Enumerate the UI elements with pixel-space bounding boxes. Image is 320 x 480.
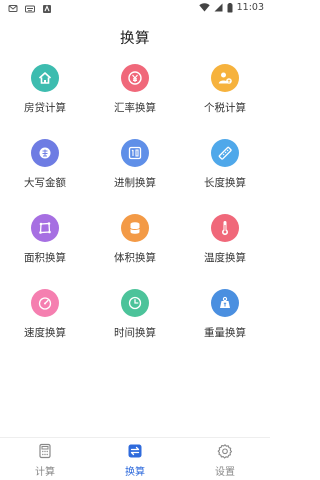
number-base-icon <box>121 139 149 167</box>
grid-item-income-tax[interactable]: 个税计算 <box>180 62 270 122</box>
tab-label: 换算 <box>125 467 145 478</box>
house-icon <box>31 64 59 92</box>
grid-item-label: 大写金额 <box>24 177 66 189</box>
wifi-icon <box>198 3 210 12</box>
grid-item-volume[interactable]: 体积换算 <box>90 212 180 272</box>
calculator-icon <box>39 443 51 459</box>
tab-convert[interactable]: 换算 <box>90 443 180 479</box>
grid-item-label: 房贷计算 <box>24 102 66 114</box>
grid-item-label: 体积换算 <box>114 252 156 264</box>
weight-icon <box>211 289 239 317</box>
grid-item-mortgage[interactable]: 房贷计算 <box>0 62 90 122</box>
swap-icon <box>128 444 142 458</box>
signal-icon <box>214 3 223 12</box>
status-time: 11:03 <box>236 2 264 13</box>
grid-item-number-base[interactable]: 进制换算 <box>90 137 180 197</box>
grid-item-label: 面积换算 <box>24 252 66 264</box>
message-icon <box>8 5 18 12</box>
capital-amount-icon <box>31 139 59 167</box>
grid-item-label: 时间换算 <box>114 327 156 339</box>
grid-item-capital-amount[interactable]: 大写金额 <box>0 137 90 197</box>
ruler-icon <box>211 139 239 167</box>
grid-item-label: 汇率换算 <box>114 102 156 114</box>
clock-icon <box>121 289 149 317</box>
tab-label: 设置 <box>215 467 235 478</box>
tab-settings[interactable]: 设置 <box>180 443 270 479</box>
thermometer-icon <box>211 214 239 242</box>
app-notification-icon <box>43 5 51 13</box>
grid-item-label: 速度换算 <box>24 327 66 339</box>
grid-item-exchange-rate[interactable]: 汇率换算 <box>90 62 180 122</box>
cylinder-icon <box>121 214 149 242</box>
tab-calculate[interactable]: 计算 <box>0 443 90 479</box>
keyboard-icon <box>25 5 35 13</box>
system-status: 11:03 <box>198 2 264 13</box>
grid-item-temperature[interactable]: 温度换算 <box>180 212 270 272</box>
battery-icon <box>227 2 233 12</box>
grid-item-label: 长度换算 <box>204 177 246 189</box>
status-bar: 11:03 <box>0 0 270 18</box>
grid-item-speed[interactable]: 速度换算 <box>0 287 90 347</box>
grid-item-label: 重量换算 <box>204 327 246 339</box>
tab-label: 计算 <box>35 467 55 478</box>
yen-icon <box>121 64 149 92</box>
grid-item-label: 个税计算 <box>204 102 246 114</box>
notification-icons <box>8 4 52 14</box>
speedometer-icon <box>31 289 59 317</box>
bottom-tab-bar: 计算 换算 设置 <box>0 437 270 480</box>
area-icon <box>31 214 59 242</box>
person-yen-icon <box>211 64 239 92</box>
gear-icon <box>217 444 233 459</box>
grid-item-area[interactable]: 面积换算 <box>0 212 90 272</box>
grid-item-weight[interactable]: 重量换算 <box>180 287 270 347</box>
grid-item-length[interactable]: 长度换算 <box>180 137 270 197</box>
grid-item-label: 进制换算 <box>114 177 156 189</box>
grid-item-time[interactable]: 时间换算 <box>90 287 180 347</box>
grid-item-label: 温度换算 <box>204 252 246 264</box>
page-title: 换算 <box>120 31 150 47</box>
